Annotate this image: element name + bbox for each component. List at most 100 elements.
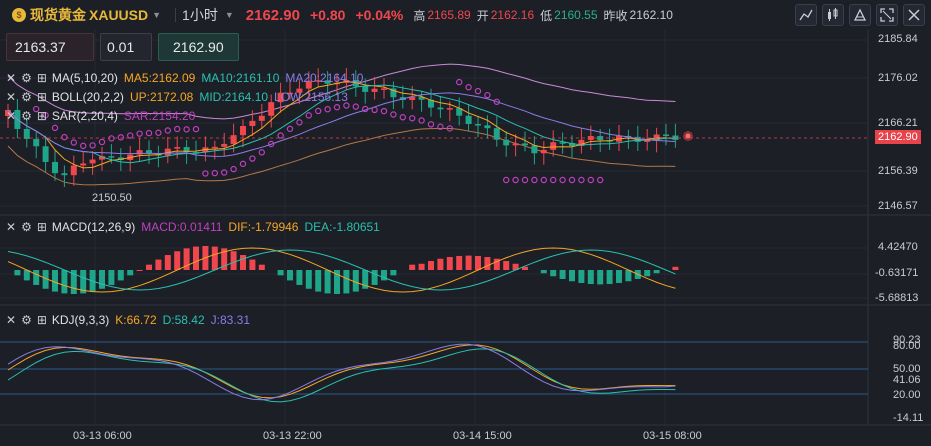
macd-value: MACD:0.01411 bbox=[141, 220, 223, 234]
macd-bar bbox=[230, 251, 237, 270]
sar-dot bbox=[286, 125, 294, 133]
macd-bar bbox=[409, 264, 416, 270]
sar-dot bbox=[202, 170, 209, 177]
sar-dot bbox=[89, 142, 96, 149]
sar-dot bbox=[559, 176, 566, 184]
boll-low-value: LOW:2156.13 bbox=[274, 90, 348, 104]
macd-bar bbox=[352, 270, 359, 292]
ma10-value: MA10:2161.10 bbox=[201, 71, 280, 85]
macd-bar bbox=[437, 258, 444, 270]
expand-icon[interactable]: ⊞ bbox=[37, 313, 47, 327]
sar-dot bbox=[484, 91, 491, 99]
quantity-input[interactable]: 0.01 bbox=[100, 33, 152, 61]
candle-body bbox=[503, 139, 510, 146]
settings-icon[interactable]: ⚙ bbox=[21, 313, 32, 327]
macd-bar bbox=[61, 270, 68, 294]
kdj-tick: 41.06 bbox=[893, 374, 921, 386]
macd-bar bbox=[14, 270, 21, 276]
macd-bar bbox=[625, 270, 632, 282]
kdj-name: KDJ(9,3,3) bbox=[51, 313, 110, 327]
d-value: D:58.42 bbox=[162, 313, 205, 327]
hide-icon[interactable]: ✕ bbox=[6, 71, 16, 85]
sar-dot bbox=[126, 132, 134, 139]
sar-dot bbox=[474, 87, 482, 95]
macd-name: MACD(12,26,9) bbox=[51, 220, 136, 234]
macd-bar bbox=[503, 261, 510, 270]
macd-bar bbox=[587, 270, 594, 285]
settings-icon[interactable]: ⚙ bbox=[21, 90, 32, 104]
settings-icon[interactable]: ⚙ bbox=[21, 109, 32, 123]
sar-dot bbox=[79, 142, 87, 150]
sar-dot bbox=[324, 105, 331, 113]
boll-up-value: UP:2172.08 bbox=[129, 90, 194, 104]
macd-bar bbox=[33, 270, 40, 285]
candle-body bbox=[240, 126, 246, 136]
candle-body bbox=[211, 146, 218, 149]
price-tick: 2185.84 bbox=[878, 33, 918, 45]
macd-tick: -0.63171 bbox=[875, 267, 919, 279]
expand-icon[interactable]: ⊞ bbox=[37, 71, 47, 85]
settings-icon[interactable]: ⚙ bbox=[21, 220, 32, 234]
sar-dot bbox=[315, 107, 322, 115]
boll-lower-line bbox=[7, 127, 676, 186]
sar-dot bbox=[70, 139, 78, 146]
macd-bar bbox=[616, 270, 622, 283]
sar-dot bbox=[578, 176, 585, 184]
sar-dot bbox=[239, 160, 247, 168]
ma-legend: ✕ ⚙ ⊞ MA(5,10,20) MA5:2162.09 MA10:2161.… bbox=[6, 71, 363, 85]
macd-bar bbox=[644, 270, 651, 277]
sar-dot bbox=[145, 129, 153, 137]
sar-dot bbox=[249, 155, 256, 162]
candle-body bbox=[70, 165, 77, 176]
price-tick: 2166.21 bbox=[878, 117, 918, 129]
sar-dot bbox=[108, 135, 115, 142]
hide-icon[interactable]: ✕ bbox=[6, 220, 16, 234]
sar-dot bbox=[380, 107, 388, 115]
settings-icon[interactable]: ⚙ bbox=[21, 71, 32, 85]
macd-bar bbox=[559, 270, 566, 279]
sar-dot bbox=[98, 138, 106, 146]
sar-value: SAR:2154.20 bbox=[123, 109, 196, 123]
candle-body bbox=[268, 102, 275, 116]
sar-dot bbox=[51, 124, 59, 132]
time-tick: 03-14 15:00 bbox=[453, 430, 512, 442]
expand-icon[interactable]: ⊞ bbox=[37, 109, 47, 123]
hide-icon[interactable]: ✕ bbox=[6, 90, 16, 104]
macd-bar bbox=[164, 255, 171, 270]
macd-bar bbox=[371, 270, 378, 285]
sar-dot bbox=[531, 176, 538, 184]
dif-value: DIF:-1.79946 bbox=[228, 220, 299, 234]
macd-pane bbox=[7, 246, 679, 294]
macd-bar bbox=[315, 270, 322, 292]
macd-bar bbox=[578, 270, 585, 283]
candle-body bbox=[663, 134, 669, 137]
macd-bar bbox=[155, 259, 162, 270]
time-tick: 03-13 22:00 bbox=[263, 430, 322, 442]
macd-bar bbox=[456, 255, 463, 270]
hide-icon[interactable]: ✕ bbox=[6, 313, 16, 327]
sell-price-button[interactable]: 2163.37 bbox=[6, 33, 94, 61]
macd-bar bbox=[108, 270, 115, 285]
candle-body bbox=[174, 147, 181, 149]
candle-body bbox=[52, 161, 58, 174]
expand-icon[interactable]: ⊞ bbox=[37, 90, 47, 104]
candle-body bbox=[61, 173, 68, 176]
macd-bar bbox=[249, 259, 256, 270]
macd-bar bbox=[653, 270, 660, 274]
trade-panel: 2163.37 0.01 2162.90 bbox=[6, 33, 239, 61]
kdj-tick: 80.00 bbox=[893, 340, 921, 352]
macd-bar bbox=[390, 270, 397, 276]
candle-body bbox=[221, 143, 228, 147]
sar-dot bbox=[61, 133, 68, 141]
macd-bar bbox=[569, 270, 575, 282]
hide-icon[interactable]: ✕ bbox=[6, 109, 16, 123]
buy-price-button[interactable]: 2162.90 bbox=[158, 33, 239, 61]
macd-bar bbox=[258, 264, 265, 270]
expand-icon[interactable]: ⊞ bbox=[37, 220, 47, 234]
sar-dot bbox=[117, 134, 125, 141]
sar-dot bbox=[371, 106, 378, 114]
macd-bar bbox=[117, 270, 124, 281]
sar-dot bbox=[352, 103, 359, 110]
kdj-legend: ✕ ⚙ ⊞ KDJ(9,3,3) K:66.72 D:58.42 J:83.31 bbox=[6, 313, 250, 327]
candle-body bbox=[475, 123, 481, 126]
